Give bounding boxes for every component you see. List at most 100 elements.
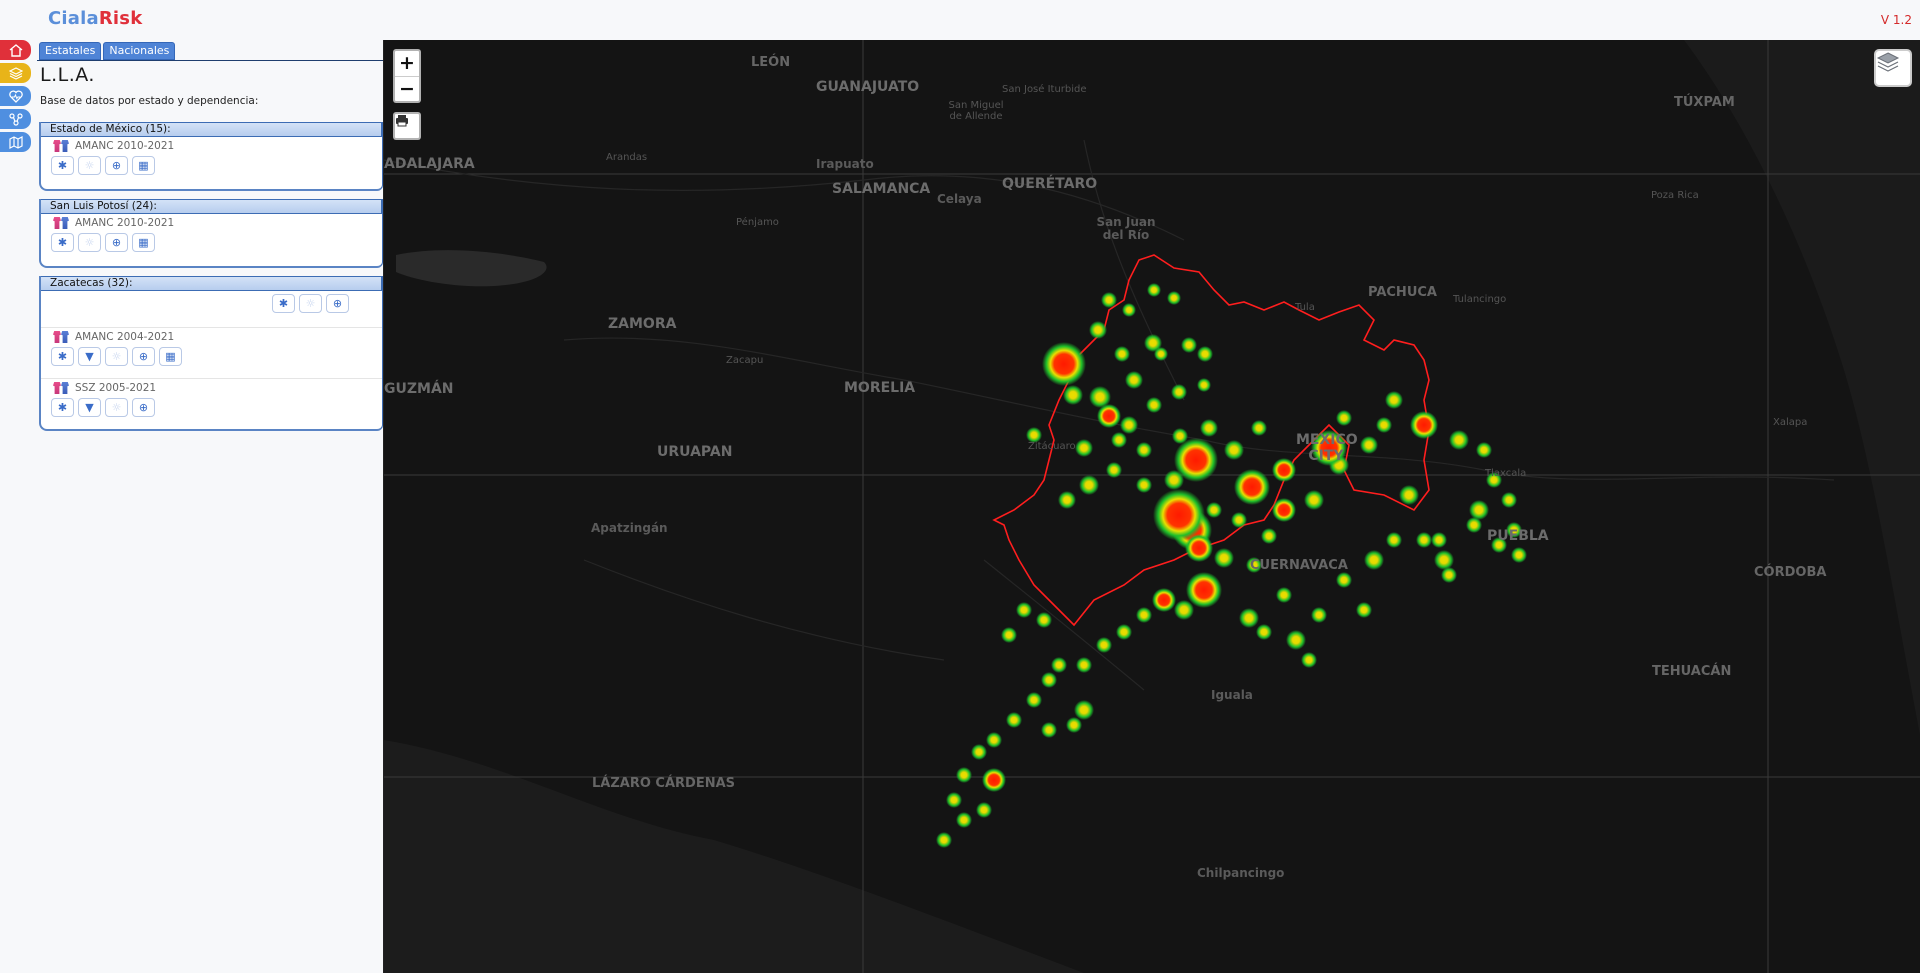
filter-button[interactable]: ▼ <box>78 398 101 417</box>
asterisk-button[interactable]: ✱ <box>272 294 295 313</box>
target-button[interactable]: ⊕ <box>326 294 349 313</box>
sun-button[interactable]: ☼ <box>299 294 322 313</box>
heat-spot <box>1058 491 1076 509</box>
heat-spot <box>1001 627 1017 643</box>
map-label: PUEBLA <box>1487 528 1549 544</box>
map-label: San José Iturbide <box>1002 84 1087 95</box>
heat-spot <box>1122 303 1136 317</box>
layers-stack-icon <box>1876 52 1900 72</box>
heat-spot <box>1111 432 1127 448</box>
shirts-icon <box>53 217 69 229</box>
heat-spot <box>1449 430 1469 450</box>
heat-spot <box>976 802 992 818</box>
map-icon[interactable] <box>0 132 31 152</box>
heat-spot <box>1096 637 1112 653</box>
target-button[interactable]: ⊕ <box>132 398 155 417</box>
group-header[interactable]: San Luis Potosí (24): <box>41 199 382 214</box>
heat-spot <box>1197 346 1213 362</box>
home-icon[interactable] <box>0 40 31 60</box>
heat-spot <box>1114 346 1130 362</box>
shirts-icon <box>53 382 69 394</box>
sun-button[interactable]: ☼ <box>105 398 128 417</box>
heat-spot <box>1181 337 1197 353</box>
heat-spot <box>1174 600 1194 620</box>
dataset-title: AMANC 2010-2021 <box>53 217 174 229</box>
logo-part1: Ciala <box>48 8 99 29</box>
group-header[interactable]: Zacatecas (32): <box>41 276 382 291</box>
icon-rail <box>0 40 31 155</box>
map-label: Pénjamo <box>736 217 779 228</box>
state-group-zacatecas: Zacatecas (32): ✱ ☼ ⊕ AMANC 2004-2021 ✱ … <box>39 276 383 431</box>
filter-button[interactable]: ▼ <box>78 347 101 366</box>
target-button[interactable]: ⊕ <box>132 347 155 366</box>
heat-spot <box>1063 385 1083 405</box>
sun-button[interactable]: ☼ <box>105 347 128 366</box>
app-logo[interactable]: CialaRisk <box>48 8 142 29</box>
map-label: MEXICO CITY <box>1296 432 1358 464</box>
map-label: LÁZARO CÁRDENAS <box>592 776 736 791</box>
heat-spot <box>1125 371 1143 389</box>
heat-spot <box>1376 417 1392 433</box>
target-button[interactable]: ⊕ <box>105 156 128 175</box>
printer-icon <box>396 115 408 127</box>
map-label: Tula <box>1295 302 1315 313</box>
heat-spot <box>1336 410 1352 426</box>
map-label: SALAMANCA <box>832 181 931 197</box>
zoom-in-button[interactable]: + <box>395 51 419 76</box>
map-label: Tulancingo <box>1453 294 1507 305</box>
dataset-actions: ✱ ▼ ☼ ⊕ <box>51 398 155 417</box>
heat-spot <box>1272 498 1296 522</box>
heat-spot <box>1136 607 1152 623</box>
heat-spot <box>1041 672 1057 688</box>
sun-button[interactable]: ☼ <box>78 156 101 175</box>
heat-spot <box>1360 436 1378 454</box>
layer-switcher-button[interactable] <box>1874 49 1912 87</box>
heat-spot <box>1385 391 1403 409</box>
table-button[interactable]: ▦ <box>159 347 182 366</box>
dataset-actions: ✱ ☼ ⊕ ▦ <box>51 233 155 252</box>
heat-spot <box>1075 439 1093 457</box>
asterisk-button[interactable]: ✱ <box>51 347 74 366</box>
zoom-out-button[interactable]: − <box>395 76 419 101</box>
heat-spot <box>1079 475 1099 495</box>
heat-spot <box>1120 416 1138 434</box>
map-label: CUERNAVACA <box>1250 558 1348 573</box>
tab-nacionales[interactable]: Nacionales <box>103 42 176 60</box>
heat-spot <box>1026 692 1042 708</box>
zoom-control: + − <box>393 49 421 103</box>
map-label: Tlaxcala <box>1485 468 1527 479</box>
heat-spot <box>1469 500 1489 520</box>
asterisk-button[interactable]: ✱ <box>51 398 74 417</box>
table-button[interactable]: ▦ <box>132 233 155 252</box>
health-icon[interactable] <box>0 86 31 106</box>
table-button[interactable]: ▦ <box>132 156 155 175</box>
heat-spot <box>986 732 1002 748</box>
map-view[interactable]: LEÓN GUANAJUATO San José Iturbide San Mi… <box>383 40 1920 973</box>
heat-spot <box>1006 712 1022 728</box>
heat-spot <box>1441 567 1457 583</box>
map-label: Xalapa <box>1773 417 1808 428</box>
layers-icon[interactable] <box>0 63 31 83</box>
group-header[interactable]: Estado de México (15): <box>41 122 382 137</box>
heat-spot <box>1136 477 1152 493</box>
heat-spot <box>1434 550 1454 570</box>
network-icon[interactable] <box>0 109 31 129</box>
heat-spot <box>1116 624 1132 640</box>
heat-spot <box>1272 458 1296 482</box>
dataset-item: SSZ 2005-2021 ✱ ▼ ☼ ⊕ <box>41 378 382 429</box>
heat-spot <box>1431 532 1447 548</box>
shirts-icon <box>53 140 69 152</box>
heat-spot <box>1416 532 1432 548</box>
asterisk-button[interactable]: ✱ <box>51 156 74 175</box>
sun-button[interactable]: ☼ <box>78 233 101 252</box>
map-label: Iguala <box>1211 688 1253 702</box>
page-subtitle: Base de datos por estado y dependencia: <box>40 95 259 107</box>
target-button[interactable]: ⊕ <box>105 233 128 252</box>
heat-spot <box>1386 532 1402 548</box>
heat-spot <box>1251 420 1267 436</box>
asterisk-button[interactable]: ✱ <box>51 233 74 252</box>
tab-divider <box>37 60 383 61</box>
print-button[interactable] <box>393 112 421 140</box>
heat-spot <box>1051 657 1067 673</box>
tab-estatales[interactable]: Estatales <box>39 42 102 60</box>
